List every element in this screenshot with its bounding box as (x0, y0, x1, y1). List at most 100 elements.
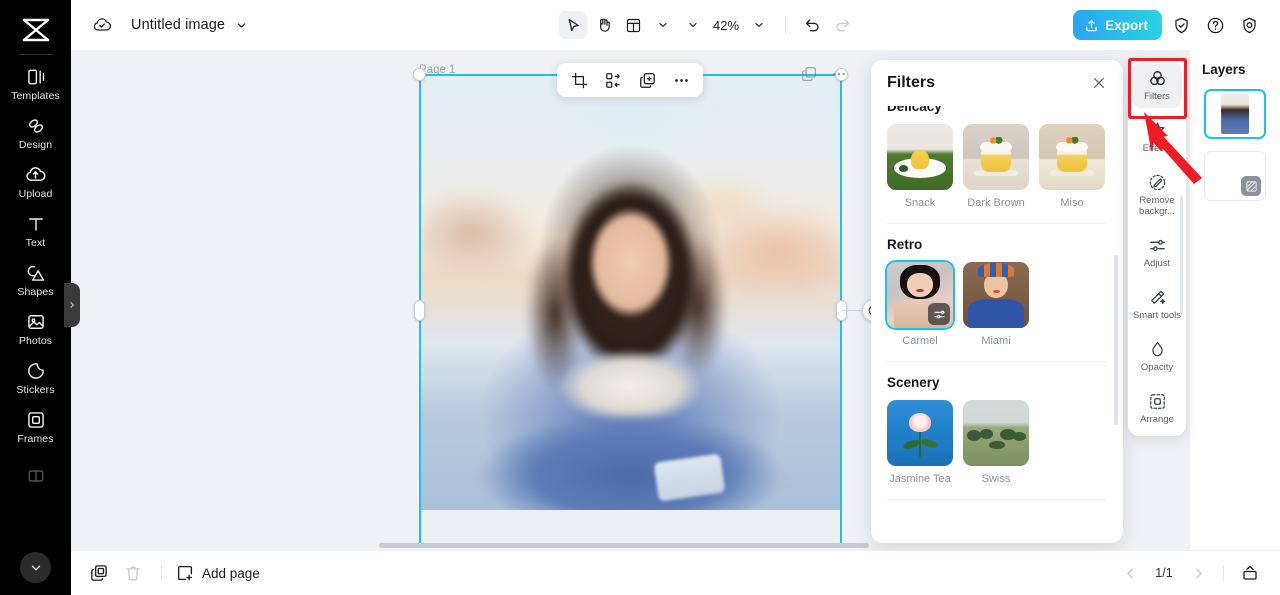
photos-icon (25, 311, 47, 333)
filter-label: Dark Brown (967, 197, 1025, 209)
sidebar-item-frames[interactable]: Frames (0, 402, 71, 451)
shield-icon[interactable] (1166, 10, 1196, 40)
page-more-button[interactable] (829, 64, 849, 84)
undo-button[interactable] (798, 11, 826, 39)
bottom-toolbar: Add page 1/1 (71, 550, 1280, 595)
tool-label: Filters (1144, 91, 1170, 102)
filters-panel-body[interactable]: Delicacy Snack Dark Brown Miso Retro Car… (871, 106, 1123, 543)
filter-item-miso[interactable]: Miso (1039, 124, 1105, 209)
image-float-toolbar[interactable] (557, 63, 703, 97)
sidebar-collapse-button[interactable] (20, 552, 51, 583)
smart-tools-icon (1148, 288, 1167, 307)
section-divider (887, 223, 1107, 224)
zoom-control[interactable]: 42% (679, 11, 773, 39)
sidebar-item-shapes[interactable]: Shapes (0, 255, 71, 304)
sidebar-item-templates[interactable]: Templates (0, 59, 71, 108)
filter-item-jasmine-tea[interactable]: Jasmine Tea (887, 400, 953, 485)
document-title[interactable]: Untitled image (131, 17, 225, 33)
sidebar-item-design[interactable]: Design (0, 108, 71, 157)
filter-item-carmel[interactable]: Carmel (887, 262, 953, 347)
settings-icon[interactable] (1234, 10, 1264, 40)
page-canvas[interactable] (420, 75, 841, 547)
layer-item-background[interactable] (1204, 151, 1266, 201)
page-view-button[interactable] (1236, 559, 1264, 587)
sidebar-item-photos[interactable]: Photos (0, 304, 71, 353)
filters-panel-scrollbar[interactable] (1114, 255, 1118, 425)
layout-caret-button[interactable] (649, 11, 677, 39)
sidebar-item-more[interactable] (0, 451, 71, 500)
resize-handle-top-left[interactable] (413, 68, 426, 81)
photo-face (575, 196, 686, 341)
close-icon[interactable] (1087, 71, 1111, 95)
adjust-icon[interactable] (928, 303, 950, 325)
duplicate-page-button[interactable] (799, 64, 819, 84)
tool-adjust[interactable]: Adjust (1132, 229, 1182, 275)
add-page-button[interactable]: Add page (176, 564, 260, 582)
cloud-saved-icon[interactable] (91, 14, 113, 36)
zoom-decrease-caret[interactable] (679, 11, 707, 39)
zoom-increase-caret[interactable] (745, 11, 773, 39)
topbar-right-group: Export (1073, 0, 1280, 50)
hand-tool-button[interactable] (589, 11, 617, 39)
next-page-button[interactable] (1185, 560, 1211, 586)
filter-label: Jasmine Tea (889, 473, 951, 485)
select-tool-button[interactable] (559, 11, 587, 39)
filter-thumbnail (1039, 124, 1105, 190)
sidebar-item-text[interactable]: Text (0, 206, 71, 255)
tool-label: Adjust (1143, 258, 1171, 269)
page-corner-tools[interactable] (799, 64, 849, 84)
tool-label: Smart tools (1132, 310, 1182, 321)
layer-item-image[interactable] (1204, 89, 1266, 139)
layout-tool-button[interactable] (619, 11, 647, 39)
sidebar-item-label: Photos (18, 334, 53, 347)
filter-label: Swiss (981, 473, 1011, 485)
tool-remove-background[interactable]: Remove backgr... (1132, 166, 1182, 223)
sidebar-items: Templates Design Upload Text Shapes Phot… (0, 59, 71, 500)
help-icon[interactable] (1200, 10, 1230, 40)
export-button-label: Export (1105, 17, 1148, 33)
tool-arrange[interactable]: Arrange (1132, 385, 1182, 431)
prev-page-button[interactable] (1117, 560, 1143, 586)
capcut-logo-icon[interactable] (16, 12, 56, 48)
tool-opacity[interactable]: Opacity (1132, 333, 1182, 379)
sidebar-item-stickers[interactable]: Stickers (0, 353, 71, 402)
more-options-button[interactable] (667, 66, 695, 94)
sidebar-item-upload[interactable]: Upload (0, 157, 71, 206)
canvas-horizontal-scrollbar[interactable] (379, 543, 869, 548)
duplicate-page-button[interactable] (85, 559, 113, 587)
replace-button[interactable] (599, 66, 627, 94)
panel-expand-tab[interactable] (64, 283, 80, 327)
duplicate-button[interactable] (633, 66, 661, 94)
canvas-photo[interactable] (420, 75, 841, 510)
crop-button[interactable] (565, 66, 593, 94)
filters-section-grid: Carmel Miami (887, 262, 1107, 347)
filters-section-grid: Snack Dark Brown Miso (887, 124, 1107, 209)
tool-label: Opacity (1140, 362, 1174, 373)
redo-button[interactable] (828, 11, 856, 39)
filter-item-swiss[interactable]: Swiss (963, 400, 1029, 485)
filter-item-dark-brown[interactable]: Dark Brown (963, 124, 1029, 209)
filter-label: Snack (904, 197, 936, 209)
filter-label: Carmel (902, 335, 938, 347)
layers-panel-title: Layers (1202, 62, 1246, 77)
add-page-label: Add page (202, 565, 260, 581)
export-button[interactable]: Export (1073, 10, 1162, 40)
delete-page-button[interactable] (119, 559, 147, 587)
resize-handle-right[interactable] (836, 300, 847, 321)
filters-section-title: Retro (887, 237, 923, 252)
tool-filters[interactable]: Filters (1132, 62, 1182, 108)
upload-icon (25, 164, 47, 186)
tool-smart-tools[interactable]: Smart tools (1132, 281, 1182, 327)
filter-thumbnail (963, 262, 1029, 328)
tool-rail-scrollbar[interactable] (1180, 196, 1183, 316)
filter-item-miami[interactable]: Miami (963, 262, 1029, 347)
chevron-down-icon[interactable] (235, 19, 248, 32)
resize-handle-left[interactable] (414, 300, 425, 321)
filter-item-snack[interactable]: Snack (887, 124, 953, 209)
sidebar-item-label: Stickers (16, 383, 55, 396)
more-tools-icon (25, 465, 47, 487)
bottom-divider-right (1223, 565, 1224, 581)
zoom-level[interactable]: 42% (707, 18, 745, 33)
shapes-icon (25, 262, 47, 284)
tool-effects[interactable]: Effects (1132, 114, 1182, 160)
